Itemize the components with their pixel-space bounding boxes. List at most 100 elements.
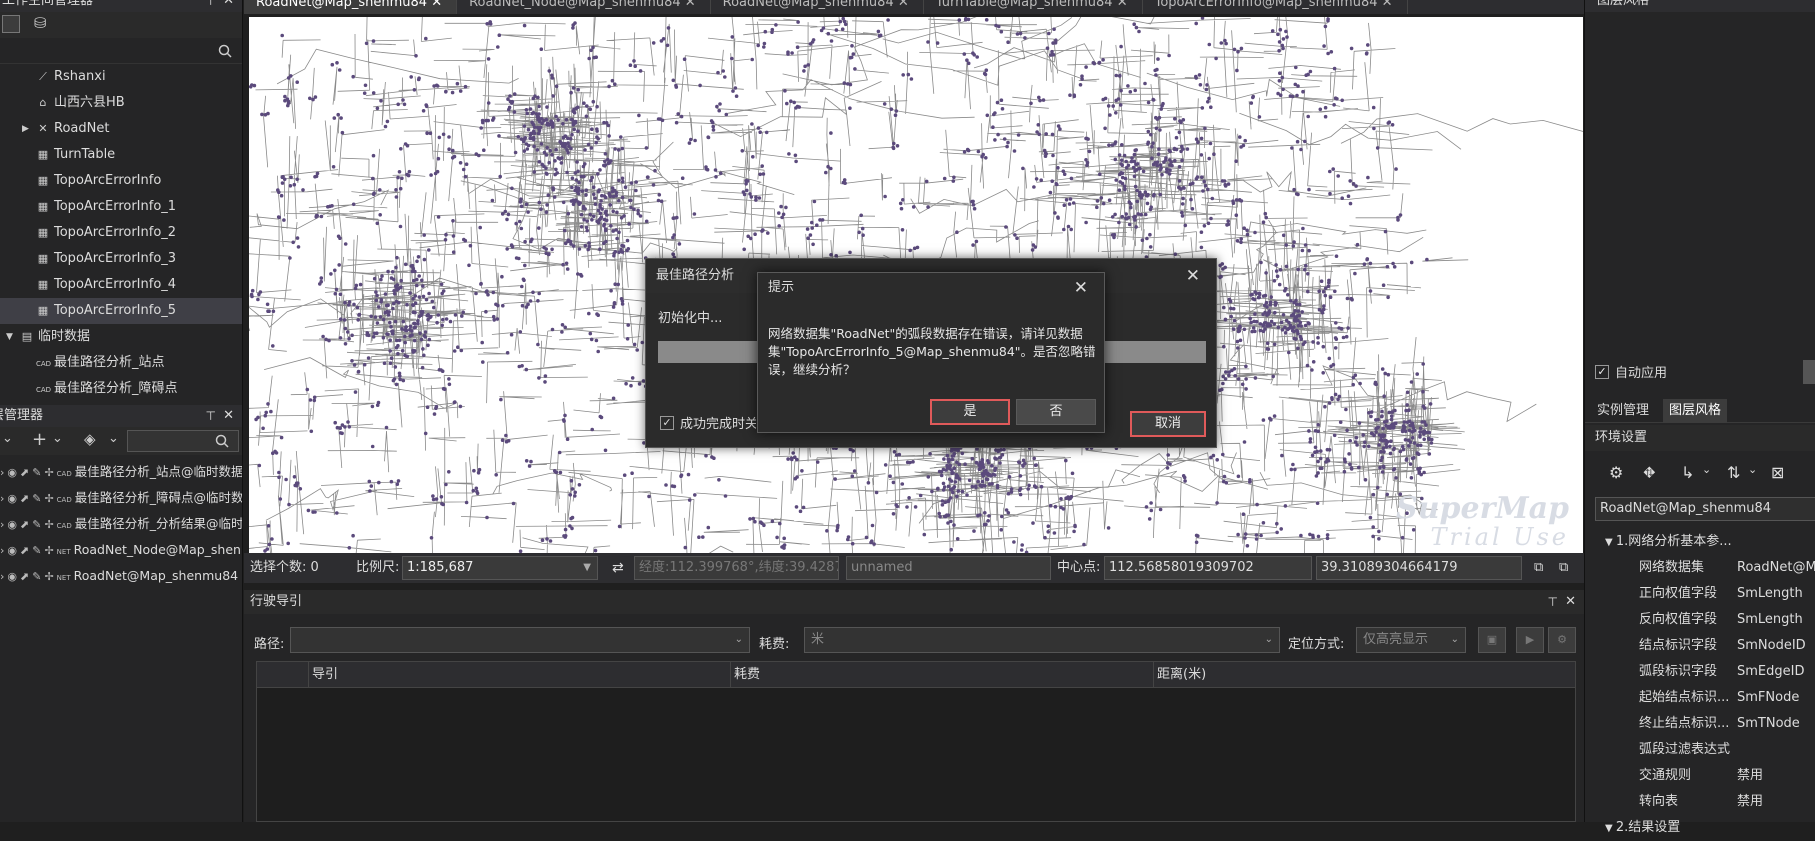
- tree-view-icon[interactable]: [2, 15, 20, 33]
- property-row[interactable]: 终止结点标识... SmTNode: [1585, 711, 1815, 737]
- tree-item[interactable]: CAD 最佳路径分析_站点: [0, 350, 242, 376]
- yes-button[interactable]: 是: [930, 399, 1010, 425]
- visible-icon[interactable]: ◉: [7, 518, 17, 531]
- tree-item[interactable]: ▦ TopoArcErrorInfo_2: [0, 220, 242, 246]
- editable-icon[interactable]: ✎: [32, 466, 41, 479]
- settings-icon[interactable]: ⚙: [1548, 627, 1576, 653]
- cancel-button[interactable]: 取消: [1130, 411, 1206, 437]
- close-icon[interactable]: ✕: [1186, 259, 1200, 293]
- visible-icon[interactable]: ◉: [7, 466, 17, 479]
- pin-icon[interactable]: ⊤: [1548, 590, 1558, 614]
- document-tab[interactable]: TurnTable@Map_shenmu84 ✕: [924, 0, 1143, 14]
- property-row[interactable]: 弧段过滤表达式: [1585, 737, 1815, 763]
- network-icon[interactable]: ⛖: [1643, 463, 1656, 483]
- layer-item[interactable]: › ◉ ⬈ ✎ ✢ CAD 最佳路径分析_站点@临时数据: [0, 459, 242, 485]
- chevron-down-icon[interactable]: ⌄: [2, 431, 13, 446]
- property-row[interactable]: 起始结点标识... SmFNode: [1585, 685, 1815, 711]
- layer-view-icon[interactable]: ⛁: [34, 14, 47, 32]
- chevron-down-icon[interactable]: ⌄: [52, 431, 63, 446]
- layer-item[interactable]: › ◉ ⬈ ✎ ✢ NET RoadNet@Map_shenmu84: [0, 563, 242, 589]
- collapse-arrow-icon[interactable]: ▼: [6, 324, 13, 350]
- document-tab[interactable]: TopoArcErrorInfo@Map_shenmu84 ✕: [1143, 0, 1408, 14]
- swap-icon[interactable]: ⇄: [612, 553, 624, 583]
- expand-arrow-icon[interactable]: ›: [0, 466, 4, 479]
- property-row[interactable]: 正向权值字段 SmLength: [1585, 581, 1815, 607]
- selectable-icon[interactable]: ⬈: [20, 466, 29, 479]
- visible-icon[interactable]: ◉: [7, 492, 17, 505]
- layers-icon[interactable]: ◈: [84, 430, 96, 448]
- selectable-icon[interactable]: ⬈: [20, 570, 29, 583]
- locate-combo[interactable]: 仅高亮显示 ⌄: [1356, 627, 1466, 653]
- pin-icon[interactable]: ⊤: [206, 0, 216, 7]
- tree-item[interactable]: ▦ TopoArcErrorInfo_3: [0, 246, 242, 272]
- coord-system-field[interactable]: unnamed: [846, 556, 1051, 580]
- no-button[interactable]: 否: [1016, 399, 1096, 425]
- center-x-field[interactable]: 112.56858019309702: [1104, 556, 1312, 580]
- snap-icon[interactable]: ✢: [44, 466, 53, 479]
- property-row[interactable]: 交通规则 禁用: [1585, 763, 1815, 789]
- save-icon[interactable]: ▣: [1478, 627, 1506, 653]
- close-icon[interactable]: ✕: [894, 0, 909, 10]
- selectable-icon[interactable]: ⬈: [20, 518, 29, 531]
- scale-combo[interactable]: 1:185,687 ▼: [402, 556, 598, 580]
- snap-icon[interactable]: ✢: [44, 492, 53, 505]
- workspace-search[interactable]: [0, 38, 242, 64]
- layer-item[interactable]: ›◉⬈✎✢NETRoadNet_Node@Map_shenmu84: [0, 537, 242, 563]
- path-icon[interactable]: ↳: [1681, 463, 1694, 482]
- chevron-down-icon[interactable]: ⌄: [1702, 463, 1711, 476]
- clear-icon[interactable]: ⊠: [1771, 463, 1784, 482]
- layer-item[interactable]: › ◉ ⬈ ✎ ✢ CAD 最佳路径分析_障碍点@临时数据: [0, 485, 242, 511]
- close-icon[interactable]: ✕: [223, 405, 234, 427]
- search-icon[interactable]: [215, 434, 229, 448]
- editable-icon[interactable]: ✎: [32, 570, 41, 583]
- tree-item[interactable]: ▦ TopoArcErrorInfo_4: [0, 272, 242, 298]
- snap-icon[interactable]: ✢: [44, 544, 53, 557]
- column-guide[interactable]: 导引: [309, 662, 731, 687]
- selectable-icon[interactable]: ⬈: [20, 544, 29, 557]
- property-row[interactable]: 反向权值字段 SmLength: [1585, 607, 1815, 633]
- document-tab[interactable]: RoadNet_Node@Map_shenmu84 ✕: [457, 0, 711, 14]
- tree-item[interactable]: ▦ TopoArcErrorInfo_1: [0, 194, 242, 220]
- pin-icon[interactable]: ⊤: [206, 405, 216, 427]
- tree-item[interactable]: ▼ ▤ 临时数据: [0, 324, 242, 350]
- route-combo[interactable]: ⌄: [290, 627, 750, 653]
- settings-icon[interactable]: ⚙: [1609, 463, 1623, 482]
- close-icon[interactable]: ✕: [1378, 0, 1393, 10]
- tab-layer-style[interactable]: 图层风格: [1663, 399, 1728, 423]
- property-row[interactable]: 转向表 禁用: [1585, 789, 1815, 815]
- center-y-field[interactable]: 39.31089304664179: [1316, 556, 1522, 580]
- column-cost[interactable]: 耗费: [731, 662, 1154, 687]
- close-icon[interactable]: ✕: [427, 0, 442, 10]
- expand-arrow-icon[interactable]: ▶: [22, 116, 29, 142]
- tree-item[interactable]: ▦ TopoArcErrorInfo_5: [0, 298, 242, 324]
- editable-icon[interactable]: ✎: [32, 492, 41, 505]
- dataset-combo[interactable]: RoadNet@Map_shenmu84: [1595, 497, 1815, 521]
- apply-button[interactable]: [1803, 360, 1815, 384]
- tree-item[interactable]: ⌂ 山西六县HB: [0, 90, 242, 116]
- document-tab[interactable]: RoadNet@Map_shenmu84 ✕: [711, 0, 924, 14]
- selectable-icon[interactable]: ⬈: [20, 492, 29, 505]
- tree-item[interactable]: ⟋ Rshanxi: [0, 64, 242, 90]
- expand-arrow-icon[interactable]: ›: [0, 544, 4, 557]
- cost-combo[interactable]: 米 ⌄: [804, 627, 1280, 653]
- visible-icon[interactable]: ◉: [7, 570, 17, 583]
- expand-arrow-icon[interactable]: ›: [0, 570, 4, 583]
- sort-icon[interactable]: ⇅: [1727, 463, 1740, 482]
- copy-icon[interactable]: ⧉: [1534, 553, 1543, 583]
- chevron-down-icon[interactable]: ⌄: [1748, 463, 1757, 476]
- close-on-complete-checkbox[interactable]: ✓: [660, 416, 674, 430]
- expand-arrow-icon[interactable]: ›: [0, 492, 4, 505]
- tree-item[interactable]: ▶ ✕ RoadNet: [0, 116, 242, 142]
- close-icon[interactable]: ✕: [681, 0, 696, 10]
- editable-icon[interactable]: ✎: [32, 518, 41, 531]
- expand-arrow-icon[interactable]: ›: [0, 518, 4, 531]
- tree-item[interactable]: ▦ TurnTable: [0, 142, 242, 168]
- auto-apply-checkbox[interactable]: ✓: [1595, 365, 1609, 379]
- close-icon[interactable]: ✕: [1565, 590, 1576, 614]
- visible-icon[interactable]: ◉: [7, 544, 17, 557]
- play-icon[interactable]: ▶: [1516, 627, 1544, 653]
- paste-icon[interactable]: ⧉: [1559, 553, 1568, 583]
- tree-item[interactable]: ▦ TopoArcErrorInfo: [0, 168, 242, 194]
- section-header[interactable]: ▼ 1.网络分析基本参...: [1585, 529, 1815, 555]
- close-icon[interactable]: ✕: [223, 0, 234, 7]
